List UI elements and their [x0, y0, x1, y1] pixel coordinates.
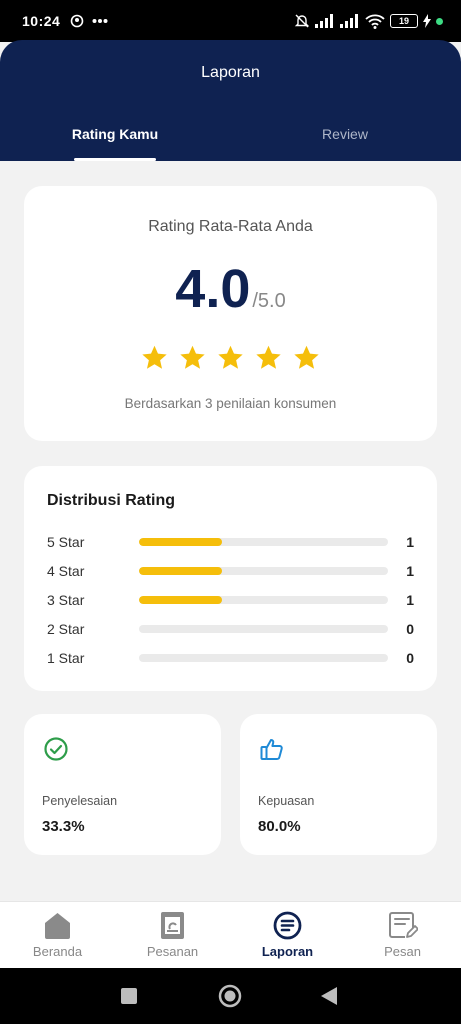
check-circle-icon — [44, 737, 68, 761]
distribution-row: 3 Star 1 — [47, 590, 414, 610]
bottom-navigation: Beranda Pesanan Laporan Pesan — [0, 901, 461, 968]
wifi-icon — [365, 14, 385, 29]
distribution-row: 2 Star 0 — [47, 619, 414, 639]
distribution-bar — [139, 567, 388, 575]
order-icon — [161, 912, 184, 939]
nav-label-laporan: Laporan — [261, 944, 314, 959]
charging-icon — [423, 14, 431, 28]
star-icon — [294, 345, 319, 369]
average-score-max: /5.0 — [252, 290, 286, 312]
battery-icon: 19 — [390, 14, 418, 28]
nav-item-laporan[interactable]: Laporan — [230, 902, 345, 969]
completion-card: Penyelesaian 33.3% — [24, 714, 221, 855]
distribution-count: 1 — [406, 592, 414, 608]
distribution-row: 5 Star 1 — [47, 532, 414, 552]
star-icon — [218, 345, 243, 369]
average-score: 4.0 /5.0 — [24, 258, 437, 320]
average-score-value: 4.0 — [175, 259, 251, 319]
distribution-bar — [139, 654, 388, 662]
signal-icon — [315, 14, 333, 28]
distribution-label: 1 Star — [47, 650, 85, 666]
rating-basis-text: Berdasarkan 3 penilaian konsumen — [124, 396, 337, 411]
status-bar: 10:24 19 — [0, 0, 461, 42]
nav-label-pesan: Pesan — [384, 944, 421, 959]
thumbs-up-icon — [260, 739, 283, 760]
star-icon — [256, 345, 281, 369]
distribution-count: 0 — [406, 650, 414, 666]
home-button-icon[interactable] — [218, 984, 242, 1008]
distribution-label: 3 Star — [47, 592, 85, 608]
distribution-row: 4 Star 1 — [47, 561, 414, 581]
system-navigation-bar — [0, 968, 461, 1024]
satisfaction-value: 80.0% — [258, 818, 301, 835]
tab-review[interactable]: Review — [270, 126, 420, 142]
nav-item-beranda[interactable]: Beranda — [0, 902, 115, 969]
satisfaction-card: Kepuasan 80.0% — [240, 714, 437, 855]
home-icon — [45, 913, 70, 939]
rating-distribution-card: Distribusi Rating 5 Star 1 4 Star 1 3 St… — [24, 466, 437, 691]
satisfaction-label: Kepuasan — [258, 794, 315, 808]
distribution-bar-fill — [139, 538, 222, 546]
nav-item-pesanan[interactable]: Pesanan — [115, 902, 230, 969]
status-left-icons — [70, 14, 108, 28]
signal-2-icon — [340, 14, 358, 28]
distribution-bar — [139, 596, 388, 604]
distribution-row: 1 Star 0 — [47, 648, 414, 668]
mute-bell-icon — [294, 14, 310, 28]
star-rating — [24, 344, 437, 371]
header: Laporan Rating Kamu Review — [0, 40, 461, 161]
tab-rating-kamu[interactable]: Rating Kamu — [40, 126, 190, 142]
nav-label-beranda: Beranda — [32, 944, 83, 959]
distribution-label: 4 Star — [47, 563, 85, 579]
privacy-dot — [436, 17, 443, 25]
distribution-count: 1 — [406, 534, 414, 550]
distribution-count: 0 — [406, 621, 414, 637]
page-title: Laporan — [201, 64, 260, 81]
average-rating-title: Rating Rata-Rata Anda — [148, 218, 313, 235]
average-rating-card: Rating Rata-Rata Anda 4.0 /5.0 Berdasark… — [24, 186, 437, 441]
star-icon — [180, 345, 205, 369]
distribution-title: Distribusi Rating — [47, 492, 176, 509]
more-dots-icon — [92, 19, 108, 23]
back-icon[interactable] — [320, 986, 338, 1006]
status-right-icons: 19 — [294, 13, 443, 29]
completion-label: Penyelesaian — [42, 794, 118, 808]
star-icon — [142, 345, 167, 369]
status-time: 10:24 — [22, 13, 61, 29]
app-notification-icon — [70, 14, 84, 28]
nav-label-pesanan: Pesanan — [146, 944, 199, 959]
recents-icon[interactable] — [120, 987, 138, 1005]
distribution-bar — [139, 538, 388, 546]
message-icon — [389, 912, 418, 938]
tab-active-indicator — [74, 158, 156, 161]
nav-item-pesan[interactable]: Pesan — [345, 902, 460, 969]
battery-level: 19 — [398, 16, 409, 26]
distribution-label: 5 Star — [47, 534, 85, 550]
completion-value: 33.3% — [42, 818, 85, 835]
distribution-label: 2 Star — [47, 621, 85, 637]
report-icon — [273, 911, 302, 940]
distribution-bar — [139, 625, 388, 633]
distribution-bar-fill — [139, 596, 222, 604]
distribution-bar-fill — [139, 567, 222, 575]
distribution-count: 1 — [406, 563, 414, 579]
